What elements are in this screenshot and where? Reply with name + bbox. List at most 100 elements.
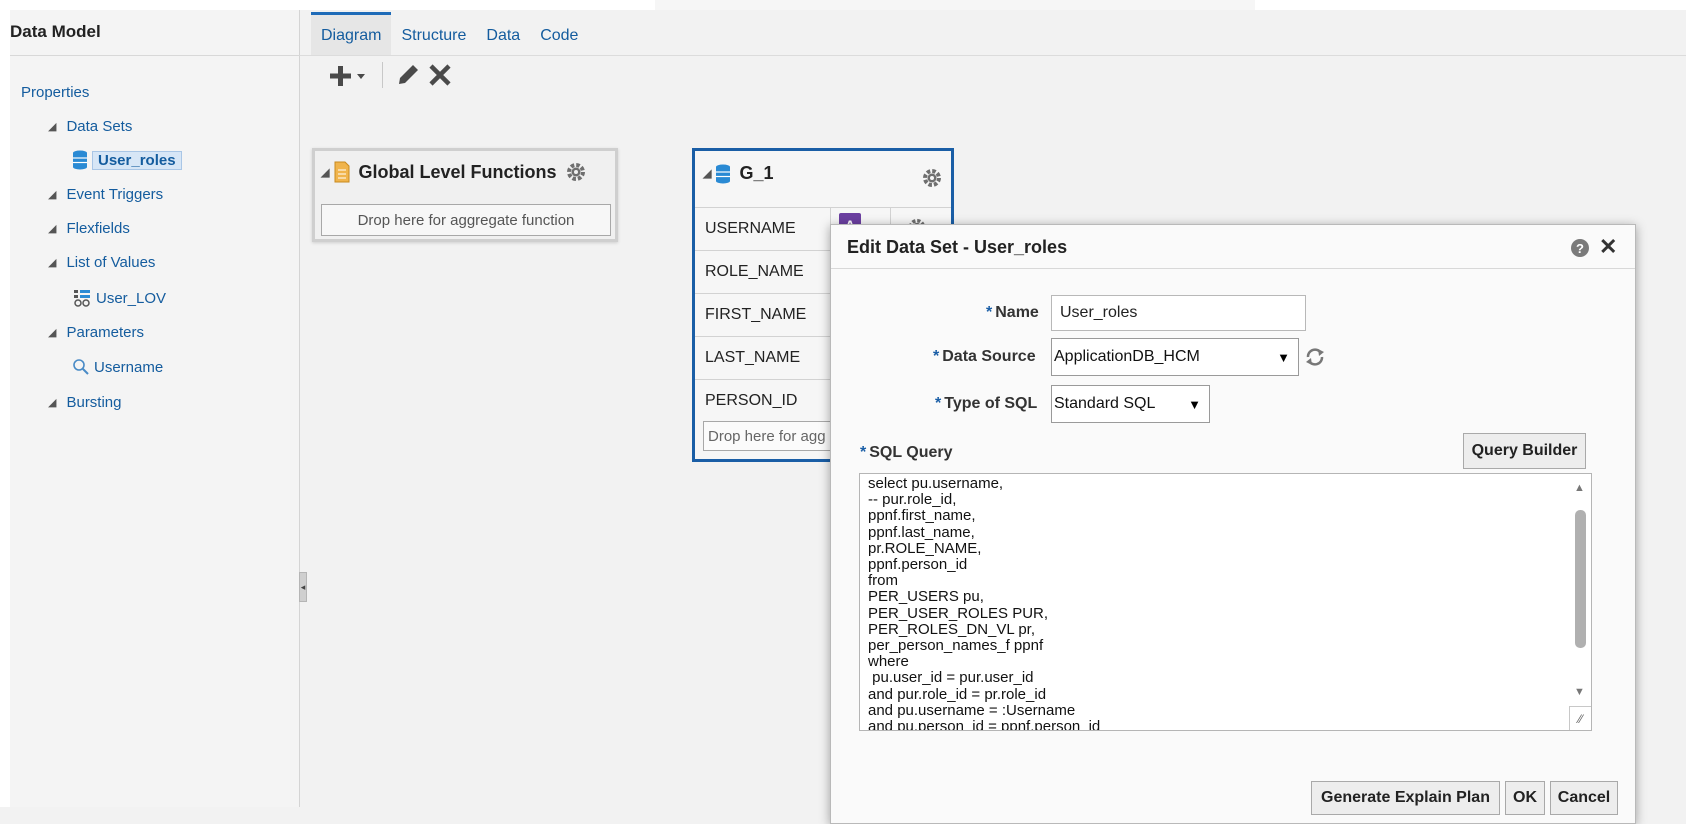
sql-scrollbar[interactable]: ▲ ▼ (1569, 474, 1591, 730)
sql-line: pu.user_id = pur.user_id (868, 669, 1034, 687)
generate-explain-plan-button[interactable]: Generate Explain Plan (1311, 781, 1500, 815)
scrollbar-thumb[interactable] (1575, 510, 1586, 648)
global-functions-header: ◢ Global Level Functions (321, 161, 587, 183)
edit-icon[interactable] (395, 62, 421, 88)
sql-line: from (868, 572, 898, 590)
aggregate-drop-zone[interactable]: Drop here for aggregate function (321, 204, 611, 236)
tree-item-data-sets[interactable]: ◢ Data Sets (48, 118, 132, 135)
data-source-label: * Data Source (933, 348, 1036, 366)
tree-item-label: Bursting (66, 394, 122, 411)
panel-collapse-handle[interactable]: ◂ (299, 572, 307, 602)
tree-item-properties[interactable]: Properties (21, 84, 89, 101)
column-name: USERNAME (705, 220, 796, 237)
expand-triangle-icon[interactable]: ◢ (48, 188, 56, 201)
collapse-triangle-icon[interactable]: ◢ (321, 166, 329, 179)
close-icon[interactable]: ✕ (1599, 234, 1617, 260)
resize-handle-icon[interactable]: ⁄⁄ (1569, 706, 1591, 730)
collapse-triangle-icon[interactable]: ◢ (703, 167, 711, 180)
add-icon[interactable] (330, 62, 370, 88)
tree-item-parameters[interactable]: ◢ Parameters (48, 324, 144, 341)
data-source-value: ApplicationDB_HCM (1054, 348, 1200, 365)
tab-code[interactable]: Code (530, 27, 588, 55)
document-icon (334, 161, 350, 183)
sql-line: and pu.person_id = ppnf.person_id (868, 718, 1101, 731)
scroll-down-arrow-icon[interactable]: ▼ (1574, 686, 1585, 698)
dialog-title-divider (831, 268, 1635, 269)
expand-triangle-icon[interactable]: ◢ (48, 326, 56, 339)
expand-triangle-icon[interactable]: ◢ (48, 222, 56, 235)
refresh-icon[interactable] (1303, 346, 1327, 372)
name-field[interactable]: User_roles (1051, 295, 1306, 331)
tab-data[interactable]: Data (476, 27, 530, 55)
required-marker: * (935, 395, 942, 412)
sql-query-text[interactable]: select pu.username, -- pur.role_id, ppnf.f… (868, 475, 1558, 731)
sql-line: and pur.role_id = pr.role_id (868, 685, 1047, 703)
data-model-panel: Data Model Properties ◢ Data Sets User_r… (10, 10, 300, 807)
query-builder-button[interactable]: Query Builder (1463, 433, 1586, 469)
column-name: FIRST_NAME (705, 306, 807, 323)
type-of-sql-select[interactable]: Standard SQL ▼ (1051, 385, 1210, 423)
sql-query-label-text: SQL Query (869, 444, 953, 461)
magnifier-icon (72, 358, 90, 376)
tree-item-label: Username (94, 358, 164, 376)
tab-diagram[interactable]: Diagram (311, 12, 392, 55)
help-icon[interactable]: ? (1571, 239, 1589, 257)
name-label: * Name (986, 304, 1039, 322)
tree-item-label: Parameters (66, 324, 144, 341)
expand-triangle-icon[interactable]: ◢ (48, 396, 56, 409)
name-label-text: Name (995, 304, 1039, 321)
tree-item-label: Properties (21, 84, 90, 101)
required-marker: * (933, 348, 940, 365)
type-of-sql-label: * Type of SQL (935, 395, 1037, 413)
scroll-up-arrow-icon[interactable]: ▲ (1574, 482, 1585, 494)
top-strip-highlight (655, 0, 1255, 10)
expand-triangle-icon[interactable]: ◢ (48, 256, 56, 269)
tree-item-user-roles[interactable]: User_roles (72, 150, 182, 170)
tree-item-label: User_LOV (96, 289, 167, 307)
left-edge (0, 10, 10, 807)
tab-structure[interactable]: Structure (391, 27, 476, 55)
expand-triangle-icon[interactable]: ◢ (48, 120, 56, 133)
sql-line: ppnf.person_id (868, 556, 968, 574)
sql-line: pr.ROLE_NAME, (868, 539, 982, 557)
column-name: ROLE_NAME (705, 263, 804, 280)
sql-line: PER_ROLES_DN_VL pr, (868, 620, 1036, 638)
tree-item-label: List of Values (66, 254, 156, 271)
tree-item-flexfields[interactable]: ◢ Flexfields (48, 220, 130, 237)
tree-item-label: User_roles (92, 150, 182, 170)
column-name: PERSON_ID (705, 392, 798, 409)
cancel-button[interactable]: Cancel (1550, 781, 1618, 815)
sql-line: and pu.username = :Username (868, 701, 1076, 719)
list-of-values-icon (72, 288, 92, 308)
edit-data-set-dialog: Edit Data Set - User_roles ? ✕ * Name Use… (830, 224, 1636, 824)
tabs-divider (300, 55, 1686, 56)
toolbar-separator (382, 62, 383, 88)
sql-line: ppnf.last_name, (868, 523, 975, 541)
delete-icon[interactable] (427, 62, 453, 88)
database-icon (72, 150, 88, 170)
group-header: ◢ G_1 (703, 163, 774, 184)
gear-icon[interactable] (565, 161, 587, 183)
sql-line: -- pur.role_id, (868, 491, 957, 509)
group-title: G_1 (739, 163, 774, 183)
tree-item-label: Flexfields (66, 220, 130, 237)
sql-line: where (868, 653, 909, 671)
panel-title: Data Model (10, 22, 101, 41)
tree-item-event-triggers[interactable]: ◢ Event Triggers (48, 186, 163, 203)
global-functions-title: Global Level Functions (358, 161, 557, 182)
data-source-select[interactable]: ApplicationDB_HCM ▼ (1051, 338, 1299, 376)
view-tabs: Diagram Structure Data Code (311, 10, 588, 55)
required-marker: * (860, 444, 867, 461)
tree-item-username-param[interactable]: Username (72, 358, 163, 376)
tree-item-user-lov[interactable]: User_LOV (72, 288, 166, 308)
gear-icon[interactable] (921, 167, 943, 193)
global-level-functions-box[interactable]: ◢ Global Level Functions Drop here for a… (312, 148, 618, 242)
tree-item-list-of-values[interactable]: ◢ List of Values (48, 254, 155, 271)
sql-query-editor[interactable]: select pu.username, -- pur.role_id, ppnf.f… (859, 473, 1592, 731)
tree-item-bursting[interactable]: ◢ Bursting (48, 394, 122, 411)
data-source-label-text: Data Source (942, 348, 1036, 365)
dialog-title: Edit Data Set - User_roles (847, 237, 1068, 257)
column-name: LAST_NAME (705, 349, 801, 366)
ok-button[interactable]: OK (1505, 781, 1545, 815)
sql-query-label: * SQL Query (860, 444, 953, 462)
